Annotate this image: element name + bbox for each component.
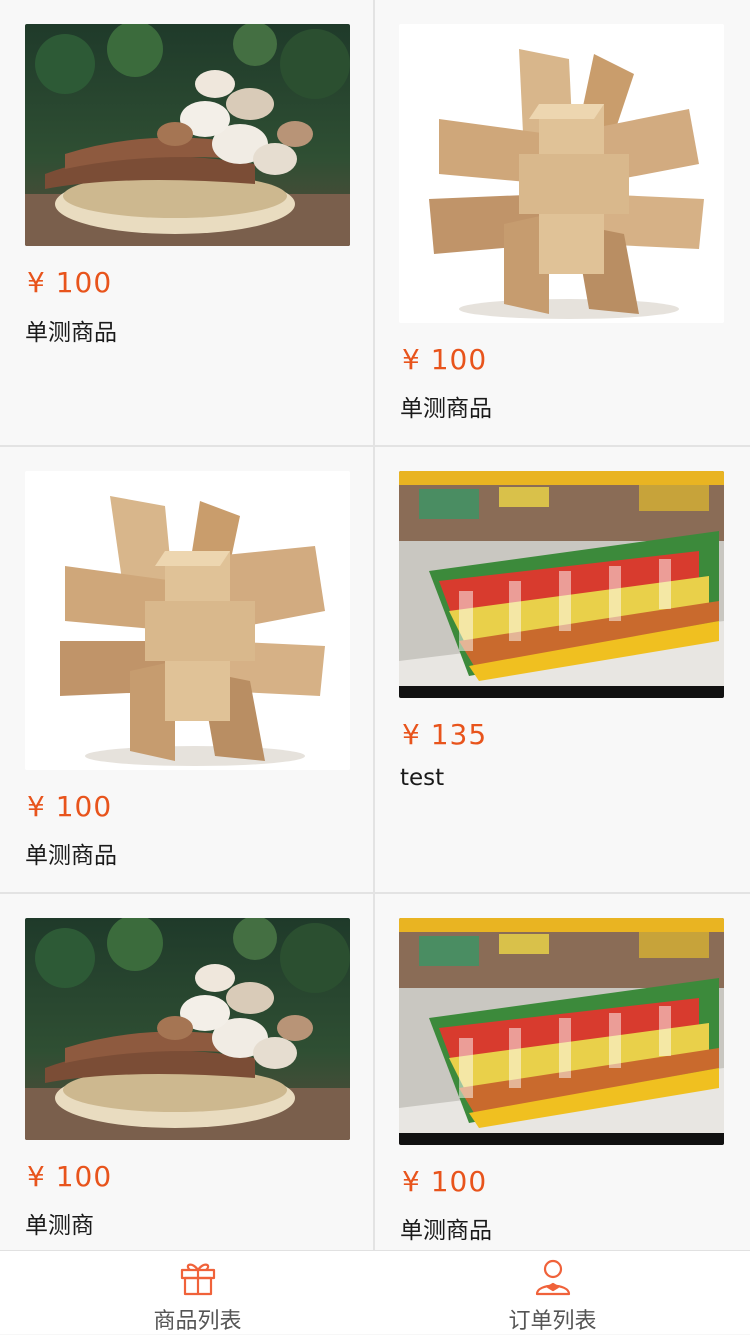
product-price: ¥ 100 [27, 1160, 113, 1193]
product-name: 单测商品 [25, 320, 117, 346]
product-name: 单测商品 [400, 1218, 492, 1244]
product-card[interactable]: ¥ 100 单测商品 [0, 0, 373, 445]
product-name: 单测商 [25, 1213, 94, 1239]
product-price: ¥ 100 [27, 790, 113, 823]
product-image-bamboo-shoots [25, 918, 350, 1140]
tab-label: 商品列表 [153, 1309, 242, 1334]
product-card[interactable]: ¥ 135 test [375, 447, 750, 892]
product-grid: ¥ 100 单测商品 ¥ 100 单测商品 ¥ 100 单测商品 ¥ 135 t… [0, 0, 750, 1250]
tab-product-list[interactable]: 商品列表 [10, 1251, 385, 1335]
product-card[interactable]: ¥ 100 单测商品 [0, 447, 373, 892]
tab-label: 订单列表 [508, 1309, 597, 1334]
product-name: test [400, 765, 445, 791]
product-card[interactable]: ¥ 100 单测商品 [375, 894, 750, 1250]
gift-icon [178, 1257, 218, 1297]
product-name: 单测商品 [25, 843, 117, 869]
product-image-supermarket [399, 918, 724, 1145]
product-image-bamboo-shoots [25, 24, 350, 246]
product-image-supermarket [399, 471, 724, 698]
product-card[interactable]: ¥ 100 单测商品 [375, 0, 750, 445]
product-card[interactable]: ¥ 100 单测商 [0, 894, 373, 1250]
product-image-wooden-puzzle [399, 24, 724, 323]
tab-order-list[interactable]: 订单列表 [365, 1251, 740, 1335]
product-price: ¥ 100 [402, 343, 488, 376]
product-image-wooden-puzzle [25, 471, 350, 770]
user-icon [533, 1257, 573, 1297]
product-price: ¥ 100 [402, 1165, 488, 1198]
product-price: ¥ 135 [402, 718, 488, 751]
product-name: 单测商品 [400, 396, 492, 422]
product-price: ¥ 100 [27, 266, 113, 299]
bottom-tab-bar: 商品列表 订单列表 [0, 1250, 750, 1334]
